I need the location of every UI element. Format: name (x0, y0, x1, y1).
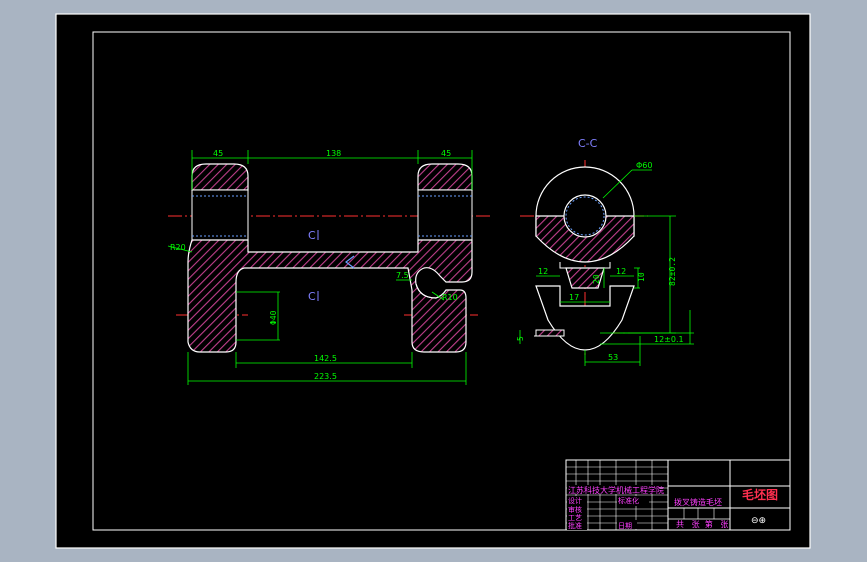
projection-symbol: ⊖⊕ (751, 516, 766, 526)
dim-slot-left: 12 (538, 267, 548, 276)
dim-left-boss-width: 45 (213, 149, 223, 158)
left-boss-upper (191, 163, 249, 191)
title-drawing-name: 毛坯图 (742, 487, 778, 502)
side-view-title: C-C (578, 137, 598, 150)
dim-slot-depth: 20 (592, 274, 601, 284)
section-mark-upper: C (308, 229, 316, 242)
title-school-line: 江苏科技大学机械工程学院 (568, 485, 664, 495)
dim-base-width: 53 (608, 353, 618, 362)
dim-right-boss-width: 45 (441, 149, 451, 158)
dim-slot-right: 12 (616, 267, 626, 276)
dim-slot-height: 10 (637, 272, 646, 282)
dim-hook-offset: 7.5 (396, 271, 409, 280)
title-designer-label: 设计 (568, 496, 582, 505)
drawing-sheet (55, 13, 811, 549)
side-hole (563, 194, 607, 238)
dim-height-to-axis: 82±0.2 (668, 257, 677, 286)
dim-base-offset: 5 (516, 336, 525, 341)
right-boss-bore (417, 189, 473, 241)
dim-hook-radius: R10 (442, 293, 458, 302)
dim-span: 138 (326, 149, 341, 158)
dim-inner-length: 142.5 (314, 354, 337, 363)
cad-drawing-canvas: C C 45 138 45 R20 7.5 R10 142.5 223.5 Φ4… (55, 13, 811, 549)
title-process-label: 工艺 (568, 514, 582, 522)
left-boss-bore (191, 189, 249, 241)
title-sheet-info: 共 张 第 张 (676, 519, 728, 529)
right-boss-upper (417, 163, 473, 191)
dim-slot-width: 17 (569, 293, 579, 302)
section-mark-lower: C (308, 290, 316, 303)
dim-overall-length: 223.5 (314, 372, 337, 381)
dim-base-thickness: 12±0.1 (654, 335, 684, 344)
dim-hole-diameter: Φ60 (636, 161, 652, 170)
title-design-label: 标准化 (618, 496, 639, 505)
title-date-label: 日期 (618, 522, 632, 530)
dim-bore-diameter: Φ40 (269, 310, 278, 325)
dim-left-radius: R20 (170, 243, 186, 252)
title-review-label: 审核 (568, 505, 582, 514)
side-base (535, 329, 565, 337)
title-part-name: 拨叉铸造毛坯 (674, 497, 722, 507)
title-approve-label: 批准 (568, 521, 582, 530)
